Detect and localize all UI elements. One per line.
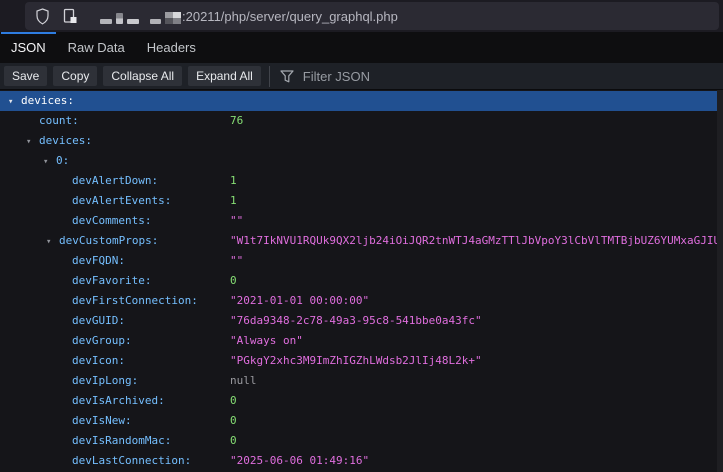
json-value: "W1t7IkNVU1RQUk9QX2ljb24iOiJQR2tnWTJ4aGM…: [230, 231, 717, 251]
json-tree: ▾devices: ▾count: 76 ▾devices: ▾0: ▾devA…: [0, 90, 717, 471]
json-row-devices-array[interactable]: ▾devices:: [0, 131, 717, 151]
filter-json-input[interactable]: [301, 68, 445, 85]
json-key: devGroup:: [72, 334, 132, 347]
json-row-devAlertEvents[interactable]: ▾devAlertEvents: 1: [0, 191, 717, 211]
json-key: devIsNew:: [72, 414, 132, 427]
json-row-devLastConnection[interactable]: ▾devLastConnection: "2025-06-06 01:49:16…: [0, 451, 717, 471]
json-row-devFirstConnection[interactable]: ▾devFirstConnection: "2021-01-01 00:00:0…: [0, 291, 717, 311]
json-value: 76: [230, 111, 243, 131]
json-key: devAlertEvents:: [72, 194, 171, 207]
json-viewer-tabs: JSON Raw Data Headers: [0, 32, 723, 63]
json-value: "76da9348-2c78-49a3-95c8-541bbe0a43fc": [230, 311, 482, 331]
json-key: devices:: [21, 94, 74, 107]
page-icon[interactable]: [63, 8, 78, 24]
vertical-scrollbar[interactable]: [717, 90, 723, 472]
toolbar-separator: [269, 66, 270, 87]
json-row-devComments[interactable]: ▾devComments: "": [0, 211, 717, 231]
json-toolbar: Save Copy Collapse All Expand All: [0, 63, 723, 90]
copy-button[interactable]: Copy: [53, 66, 97, 86]
json-row-devGroup[interactable]: ▾devGroup: "Always on": [0, 331, 717, 351]
json-value: "Always on": [230, 331, 303, 351]
json-key: devices:: [39, 134, 92, 147]
json-key: devComments:: [72, 214, 151, 227]
expander-triangle-icon[interactable]: ▾: [26, 132, 39, 151]
shield-icon[interactable]: [35, 8, 50, 25]
json-content: ▾devices: ▾count: 76 ▾devices: ▾0: ▾devA…: [0, 90, 723, 472]
json-value: 0: [230, 411, 237, 431]
expander-triangle-icon[interactable]: ▾: [46, 232, 59, 251]
json-key: devIsArchived:: [72, 394, 165, 407]
json-value: null: [230, 371, 257, 391]
json-key: devIcon:: [72, 354, 125, 367]
json-key: devCustomProps:: [59, 234, 158, 247]
json-key: devLastConnection:: [72, 454, 191, 467]
tab-json[interactable]: JSON: [1, 32, 56, 63]
json-row-devFQDN[interactable]: ▾devFQDN: "": [0, 251, 717, 271]
json-value: "2025-06-06 01:49:16": [230, 451, 369, 471]
json-row-index-0[interactable]: ▾0:: [0, 151, 717, 171]
json-value: 0: [230, 431, 237, 451]
json-key: devFavorite:: [72, 274, 151, 287]
json-value: 1: [230, 191, 237, 211]
browser-chrome: :20211/php/server/query_graphql.php: [0, 0, 723, 32]
json-key: devIpLong:: [72, 374, 138, 387]
json-key: count:: [39, 114, 79, 127]
json-row-devIcon[interactable]: ▾devIcon: "PGkgY2xhc3M9ImZhIGZhLWdsb2JlI…: [0, 351, 717, 371]
json-value: 1: [230, 171, 237, 191]
json-key: devFQDN:: [72, 254, 125, 267]
json-value: "": [230, 251, 243, 271]
tab-raw-data[interactable]: Raw Data: [58, 32, 135, 63]
json-row-devGUID[interactable]: ▾devGUID: "76da9348-2c78-49a3-95c8-541bb…: [0, 311, 717, 331]
json-value: "PGkgY2xhc3M9ImZhIGZhLWdsb2JlIj48L2k+": [230, 351, 482, 371]
json-row-devIsRandomMac[interactable]: ▾devIsRandomMac: 0: [0, 431, 717, 451]
expand-all-button[interactable]: Expand All: [188, 66, 261, 86]
json-value: "": [230, 211, 243, 231]
json-row-count[interactable]: ▾count: 76: [0, 111, 717, 131]
redacted-host: [100, 12, 181, 24]
url-bar[interactable]: :20211/php/server/query_graphql.php: [25, 2, 719, 30]
collapse-all-button[interactable]: Collapse All: [103, 66, 182, 86]
expander-triangle-icon[interactable]: ▾: [8, 92, 21, 111]
json-key: devGUID:: [72, 314, 125, 327]
funnel-icon: [280, 70, 294, 83]
json-row-devices-root[interactable]: ▾devices:: [0, 91, 717, 111]
json-row-devIsArchived[interactable]: ▾devIsArchived: 0: [0, 391, 717, 411]
json-row-devIpLong[interactable]: ▾devIpLong: null: [0, 371, 717, 391]
json-row-devFavorite[interactable]: ▾devFavorite: 0: [0, 271, 717, 291]
json-key: devFirstConnection:: [72, 294, 198, 307]
json-key: 0:: [56, 154, 69, 167]
json-value: "2021-01-01 00:00:00": [230, 291, 369, 311]
json-row-devCustomProps[interactable]: ▾devCustomProps: "W1t7IkNVU1RQUk9QX2ljb2…: [0, 231, 717, 251]
json-row-devIsNew[interactable]: ▾devIsNew: 0: [0, 411, 717, 431]
json-key: devAlertDown:: [72, 174, 158, 187]
save-button[interactable]: Save: [4, 66, 47, 86]
json-value: 0: [230, 271, 237, 291]
url-text[interactable]: :20211/php/server/query_graphql.php: [182, 9, 398, 24]
json-key: devIsRandomMac:: [72, 434, 171, 447]
json-value: 0: [230, 391, 237, 411]
json-row-devAlertDown[interactable]: ▾devAlertDown: 1: [0, 171, 717, 191]
tab-headers[interactable]: Headers: [137, 32, 206, 63]
expander-triangle-icon[interactable]: ▾: [43, 152, 56, 171]
